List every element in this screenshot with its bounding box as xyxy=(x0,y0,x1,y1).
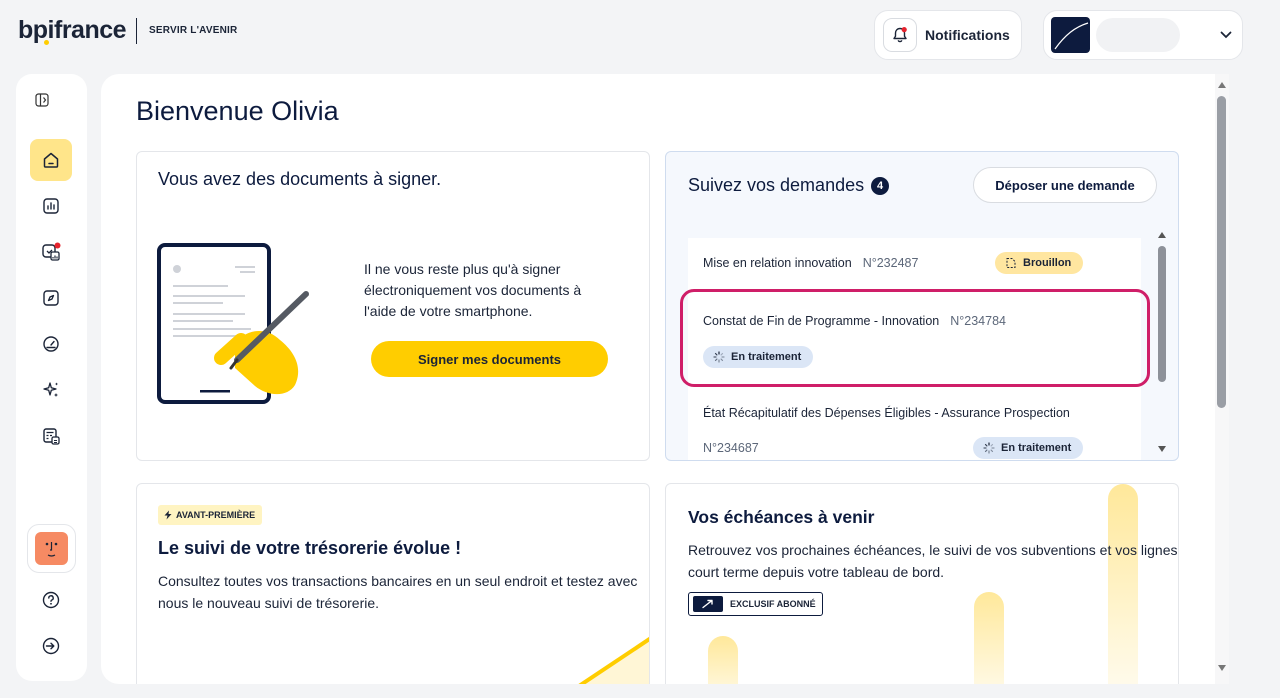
scroll-thumb[interactable] xyxy=(1217,96,1226,408)
deadlines-title: Vos échéances à venir xyxy=(688,507,875,527)
scroll-up-arrow-icon[interactable] xyxy=(1218,82,1226,88)
sparkles-icon xyxy=(43,382,58,397)
logout-icon xyxy=(42,637,60,655)
preview-tag-label: AVANT-PREMIÈRE xyxy=(176,510,256,520)
logout-button[interactable] xyxy=(30,625,72,667)
treasury-chart-illustration xyxy=(578,636,649,684)
request-item[interactable]: Mise en relation innovation N°232487 xyxy=(703,256,918,270)
sidebar xyxy=(16,74,87,681)
sidebar-item-finance[interactable] xyxy=(30,231,72,273)
bar-decoration xyxy=(708,636,738,684)
brand-name: bpifrance xyxy=(18,16,127,44)
request-number: N°234687 xyxy=(703,441,759,455)
page-scrollbar[interactable] xyxy=(1215,74,1229,684)
account-name-placeholder xyxy=(1096,18,1180,52)
scroll-down-arrow-icon[interactable] xyxy=(1218,665,1226,671)
brand-logo[interactable]: bpifrance SERVIR L'AVENIR xyxy=(18,16,237,45)
sign-documents-button[interactable]: Signer mes documents xyxy=(371,341,608,377)
avatar xyxy=(35,532,68,565)
page-title: Bienvenue Olivia xyxy=(136,96,339,126)
logo-dot xyxy=(44,40,49,45)
requests-count-badge: 4 xyxy=(871,176,890,195)
spinner-icon xyxy=(983,442,995,454)
help-icon xyxy=(42,591,60,609)
chart-icon xyxy=(43,198,59,214)
compass-icon xyxy=(43,290,59,306)
user-avatar-button[interactable] xyxy=(27,524,76,573)
highlight-box xyxy=(680,289,1150,387)
requests-scrollbar[interactable] xyxy=(1156,226,1169,458)
trend-arrow-icon xyxy=(693,596,723,612)
chevron-down-icon xyxy=(1220,26,1232,44)
notifications-label: Notifications xyxy=(925,27,1010,43)
treasury-card[interactable]: AVANT-PREMIÈRE Le suivi de votre trésore… xyxy=(136,483,650,684)
sign-card-title: Vous avez des documents à signer. xyxy=(158,169,442,189)
request-title: Mise en relation innovation xyxy=(703,256,852,270)
collapse-sidebar-icon[interactable] xyxy=(34,92,50,108)
sidebar-item-gauge[interactable] xyxy=(30,323,72,365)
requests-card-title: Suivez vos demandes 4 xyxy=(688,175,890,196)
status-label: Brouillon xyxy=(1023,257,1072,269)
lightning-icon xyxy=(164,510,172,520)
scroll-up-arrow-icon[interactable] xyxy=(1158,232,1166,238)
account-menu-button[interactable] xyxy=(1043,10,1243,60)
notifications-button[interactable]: Notifications xyxy=(874,10,1022,60)
preview-tag: AVANT-PREMIÈRE xyxy=(158,505,263,525)
bell-icon xyxy=(883,18,917,52)
sidebar-item-compass[interactable] xyxy=(30,277,72,319)
gauge-icon xyxy=(43,336,59,352)
scroll-down-arrow-icon[interactable] xyxy=(1158,446,1166,452)
bar-decoration xyxy=(974,592,1004,684)
request-item[interactable]: État Récapitulatif des Dépenses Éligible… xyxy=(703,406,1070,420)
finance-icon xyxy=(42,242,61,261)
deadlines-card[interactable]: Vos échéances à venir Retrouvez vos proc… xyxy=(665,483,1179,684)
sidebar-item-calculator[interactable] xyxy=(30,415,72,457)
calculator-icon xyxy=(43,428,60,445)
sidebar-item-home[interactable] xyxy=(30,139,72,181)
sign-documents-card: Vous avez des documents à signer. Il ne … xyxy=(136,151,650,461)
brand-tagline: SERVIR L'AVENIR xyxy=(149,25,238,36)
sign-card-text: Il ne vous reste plus qu'à signer électr… xyxy=(364,261,582,319)
treasury-title: Le suivi de votre trésorerie évolue ! xyxy=(158,538,462,558)
company-logo xyxy=(1051,17,1090,53)
status-badge: Brouillon xyxy=(995,252,1084,274)
requests-card: Suivez vos demandes 4 Déposer une demand… xyxy=(665,151,1179,461)
exclusive-tag: EXCLUSIF ABONNÉ xyxy=(688,592,823,616)
tablet-signature-illustration xyxy=(155,240,325,415)
home-icon xyxy=(43,152,59,168)
scroll-thumb[interactable] xyxy=(1158,246,1166,382)
deadlines-text: Retrouvez vos prochaines échéances, le s… xyxy=(688,542,1178,580)
status-label: En traitement xyxy=(1001,442,1072,454)
logo-separator xyxy=(136,17,138,44)
draft-icon xyxy=(1006,258,1016,268)
main-content: Bienvenue Olivia Vous avez des documents… xyxy=(101,74,1229,684)
sidebar-item-dashboard[interactable] xyxy=(30,185,72,227)
submit-request-button[interactable]: Déposer une demande xyxy=(973,167,1157,203)
request-title: État Récapitulatif des Dépenses Éligible… xyxy=(703,406,1070,420)
requests-title-text: Suivez vos demandes xyxy=(688,175,865,195)
request-number: N°232487 xyxy=(862,256,919,270)
help-button[interactable] xyxy=(30,579,72,621)
bar-decoration xyxy=(1108,484,1138,684)
treasury-text: Consultez toutes vos transactions bancai… xyxy=(158,573,638,611)
status-badge: En traitement xyxy=(973,437,1084,459)
exclusive-tag-label: EXCLUSIF ABONNÉ xyxy=(730,599,816,609)
sidebar-item-ai[interactable] xyxy=(30,369,72,411)
